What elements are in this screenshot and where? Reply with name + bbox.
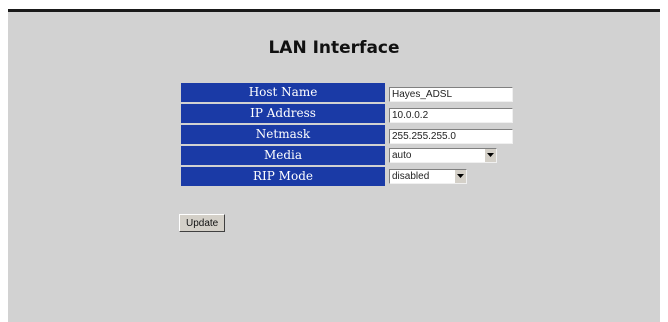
host-name-label: Host Name	[181, 83, 385, 102]
ip-address-label: IP Address	[181, 104, 385, 123]
media-select[interactable]: auto	[389, 147, 497, 163]
page-title: LAN Interface	[268, 38, 400, 58]
rip-mode-row: RIP Mode disabled	[181, 167, 521, 186]
chevron-down-icon[interactable]	[484, 148, 496, 162]
media-selected-value: auto	[392, 149, 412, 161]
update-button[interactable]: Update	[179, 214, 226, 232]
netmask-input[interactable]	[389, 128, 513, 144]
netmask-cell	[387, 125, 521, 144]
media-cell: auto	[387, 146, 521, 165]
ip-address-cell	[387, 104, 521, 123]
media-row: Media auto	[181, 146, 521, 165]
lan-settings-table: Host Name IP Address Netmask Media auto	[179, 81, 523, 188]
media-label: Media	[181, 146, 385, 165]
netmask-row: Netmask	[181, 125, 521, 144]
rip-mode-label: RIP Mode	[181, 167, 385, 186]
rip-mode-selected-value: disabled	[392, 170, 430, 182]
ip-address-input[interactable]	[389, 107, 513, 123]
host-name-row: Host Name	[181, 83, 521, 102]
chevron-down-icon[interactable]	[454, 169, 466, 183]
host-name-input[interactable]	[389, 86, 513, 102]
netmask-label: Netmask	[181, 125, 385, 144]
rip-mode-select[interactable]: disabled	[389, 168, 467, 184]
ip-address-row: IP Address	[181, 104, 521, 123]
lan-interface-panel: LAN Interface Host Name IP Address Netma…	[8, 9, 660, 322]
host-name-cell	[387, 83, 521, 102]
rip-mode-cell: disabled	[387, 167, 521, 186]
